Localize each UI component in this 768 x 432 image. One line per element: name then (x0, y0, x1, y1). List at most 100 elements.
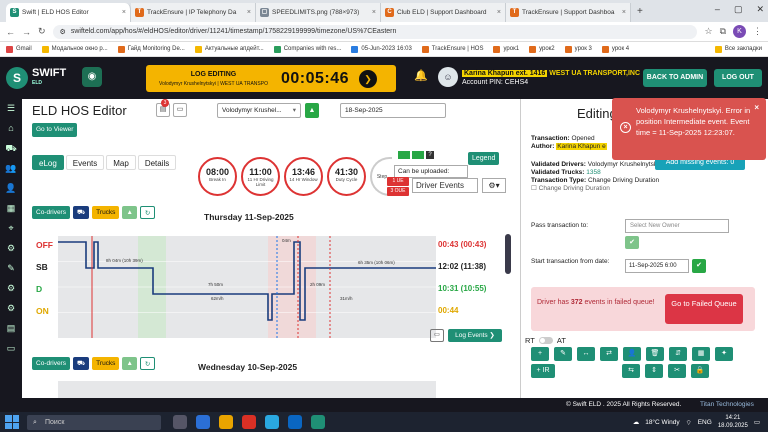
browser-tab[interactable]: ▢ SPEEDLIMITS.png (788×973) × (256, 3, 381, 22)
rt-at-toggle[interactable] (538, 337, 553, 344)
truck-icon[interactable]: ⛟ (72, 357, 90, 370)
new-tab-button[interactable]: + (637, 6, 643, 17)
go-to-viewer-button[interactable]: Go to Viewer (32, 123, 78, 137)
home-icon[interactable]: ⌂ (8, 123, 13, 135)
refresh-icon[interactable]: ↻ (139, 206, 156, 219)
add-icon[interactable]: + (531, 347, 549, 361)
elog-grid[interactable]: 8h 04m (10h 39m) 7h 50m 62m/h 6h 35m (10… (58, 236, 436, 338)
reload-icon[interactable]: ↻ (38, 26, 46, 37)
tab-details[interactable]: Details (137, 155, 177, 170)
comment-button[interactable]: ▭ (173, 103, 187, 117)
rocket-icon[interactable]: ▲ (122, 357, 137, 370)
all-bookmarks[interactable]: Все закладки (714, 45, 762, 53)
ue-badge[interactable]: 1 UE (387, 177, 409, 186)
bookmark-item[interactable]: урок 3 (564, 45, 592, 53)
view-icon[interactable]: ◉ (82, 67, 102, 87)
close-icon[interactable]: × (622, 9, 626, 16)
word-icon[interactable] (196, 415, 210, 429)
menu-icon[interactable]: ⋮ (753, 26, 762, 37)
logout-button[interactable]: LOG OUT (714, 69, 762, 87)
tab-map[interactable]: Map (106, 155, 136, 170)
elog-chart[interactable] (58, 236, 436, 338)
start-icon[interactable] (5, 415, 19, 429)
scissors-icon[interactable]: ✂ (668, 364, 686, 378)
co-drivers-button[interactable]: Co-drivers (32, 206, 70, 219)
powered-by[interactable]: Titan Technologies (700, 398, 754, 412)
forward-icon[interactable]: → (22, 27, 31, 37)
taskbar-search[interactable]: Поиск (27, 414, 161, 430)
help-icon[interactable]: ? (426, 151, 434, 159)
add-ir-button[interactable]: + IR (531, 364, 555, 378)
start-date-input[interactable]: 11-Sep-2025 6:00 (625, 259, 689, 273)
swift-logo[interactable]: S SWIFT ELD (6, 63, 76, 93)
users-icon[interactable]: 👥 (5, 163, 16, 175)
confirm-date-button[interactable]: ✔ (692, 259, 706, 273)
legend-button[interactable]: Legend (468, 152, 500, 165)
minimize-icon[interactable]: – (715, 4, 720, 15)
user-icon[interactable]: 👤 (5, 183, 16, 195)
settings-button[interactable]: ⚙▾ (482, 178, 506, 193)
star-icon[interactable]: ☆ (704, 26, 712, 37)
resize-icon[interactable]: ↔ (577, 347, 595, 361)
oue-badge[interactable]: 3 OUE (387, 187, 409, 196)
chart-icon[interactable]: ▦ (7, 203, 16, 215)
scrollbar[interactable] (505, 234, 511, 274)
tools-icon[interactable]: ✎ (7, 263, 15, 275)
elog-grid[interactable] (58, 381, 436, 398)
browser-tab[interactable]: T TrackEnsure | Support Dashboa × (506, 3, 631, 22)
bookmark-item[interactable]: Gmail (6, 45, 32, 53)
settings-icon[interactable]: ⚙ (7, 243, 15, 255)
truck-icon[interactable]: ⛟ (5, 143, 16, 155)
confirm-owner-button[interactable]: ✔ (625, 236, 639, 249)
maximize-icon[interactable]: ▢ (734, 4, 743, 15)
bookmark-item[interactable]: урок2 (529, 45, 555, 53)
chrome-icon[interactable] (242, 415, 256, 429)
swap-icon[interactable]: ⇄ (600, 347, 618, 361)
browser-tab[interactable]: C Club ELD | Support Dashboard × (381, 3, 506, 22)
user-lock-icon[interactable]: ▲ (305, 103, 319, 118)
wifi-icon[interactable]: ⌔ (686, 418, 692, 427)
bookmark-item[interactable]: Гайд Monitoring De... (117, 45, 185, 53)
app-icon[interactable] (311, 415, 325, 429)
map-pin-icon[interactable]: ⌖ (8, 223, 13, 235)
shift-icon[interactable]: ⇵ (669, 347, 687, 361)
date-input[interactable]: 18-Sep-2025 (340, 103, 446, 118)
bookmark-item[interactable]: урок1 (493, 45, 519, 53)
trucks-button[interactable]: Trucks (92, 357, 120, 370)
pencil-icon[interactable]: ✎ (554, 347, 572, 361)
trucks-button[interactable]: Trucks (92, 206, 120, 219)
notification-icon[interactable]: ▭ (754, 418, 760, 426)
document-icon[interactable]: ▤ (7, 323, 16, 335)
trash-icon[interactable]: 🗑 (646, 347, 664, 361)
bookmark-item[interactable]: Companies with res... (273, 45, 341, 53)
list-button[interactable]: ▤ 3 (156, 99, 170, 117)
log-events-button[interactable]: Log Events ❯ (448, 329, 502, 342)
bookmark-item[interactable]: Модальное окно p... (41, 45, 108, 53)
rocket-icon[interactable]: ▲ (122, 206, 137, 219)
co-drivers-button[interactable]: Co-drivers (32, 357, 70, 370)
close-icon[interactable]: × (122, 9, 126, 16)
url-input[interactable]: ⚙ swifteld.com/app/hos/#/eldHOS/editor/dr… (52, 24, 698, 39)
browser-tab[interactable]: S Swift | ELD HOS Editor × (6, 3, 131, 22)
change-driving-checkbox[interactable]: Change Driving Duration (539, 185, 610, 192)
browser-tab[interactable]: T TrackEnsure | IP Telephony Da × (131, 3, 256, 22)
extensions-icon[interactable]: ⧉ (720, 26, 726, 37)
sync-icon[interactable]: ⇆ (622, 364, 640, 378)
wand-icon[interactable]: ✦ (715, 347, 733, 361)
close-window-icon[interactable]: ✕ (756, 4, 764, 15)
gear-icon[interactable]: ⚙ (7, 303, 15, 315)
close-icon[interactable]: × (372, 9, 376, 16)
lock-icon[interactable]: 🔒 (691, 364, 709, 378)
back-to-admin-button[interactable]: BACK TO ADMIN (643, 69, 707, 87)
truck-icon[interactable]: ⛟ (72, 206, 90, 219)
close-icon[interactable]: × (497, 9, 501, 16)
profile-avatar[interactable]: K (733, 25, 746, 38)
task-view-icon[interactable] (173, 415, 187, 429)
tab-elog[interactable]: eLog (32, 155, 64, 170)
avatar[interactable]: ☺ (438, 67, 458, 87)
comment-icon[interactable]: ▭ (430, 329, 444, 342)
compress-icon[interactable]: ⇕ (645, 364, 663, 378)
bookmark-item[interactable]: Актуальные апдейт... (194, 45, 264, 53)
site-info-icon[interactable]: ⚙ (60, 28, 66, 36)
tab-events[interactable]: Events (65, 155, 105, 170)
